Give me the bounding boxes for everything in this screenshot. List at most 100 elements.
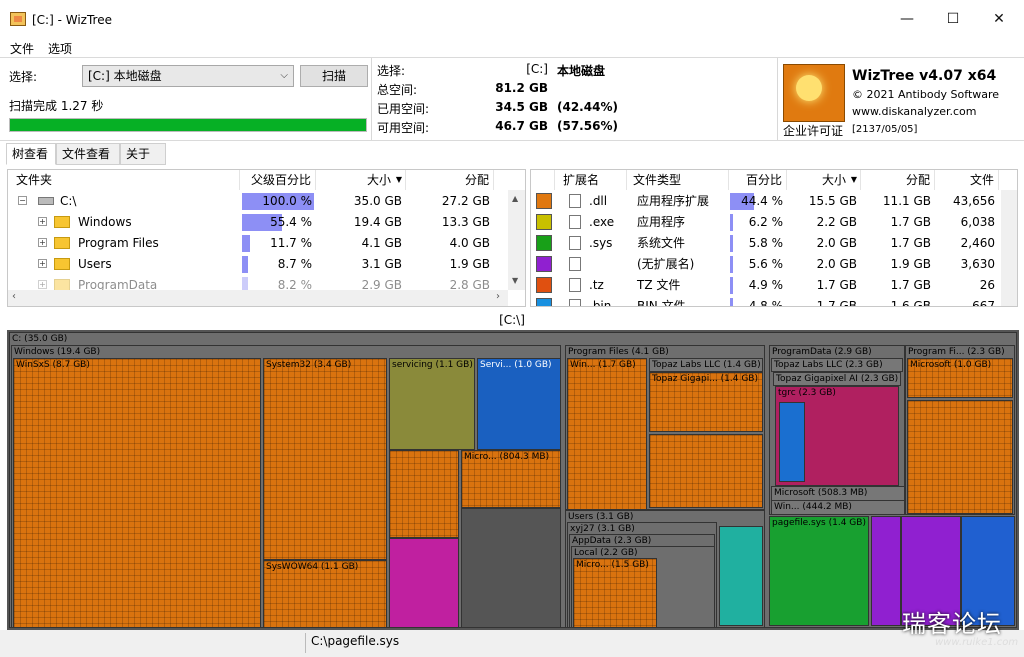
- column-header-file-type[interactable]: 文件类型: [627, 170, 729, 190]
- tree-vertical-scrollbar[interactable]: [508, 190, 525, 290]
- treemap-block[interactable]: [461, 508, 561, 628]
- treemap[interactable]: C: (35.0 GB) Windows (19.4 GB) WinSxS (8.7…: [7, 330, 1019, 630]
- treemap-block-servicing[interactable]: servicing (1.1 GB): [389, 358, 475, 450]
- tree-row-percent: 55.4 %: [270, 215, 312, 229]
- treemap-label: C: (35.0 GB): [12, 334, 68, 344]
- column-header-ext-allocated[interactable]: 分配: [861, 170, 935, 190]
- ext-row-allocated: 1.6 GB: [890, 299, 931, 307]
- ext-row-extension[interactable]: .sys: [589, 233, 612, 253]
- folder-icon: [54, 258, 70, 270]
- treemap-block[interactable]: [719, 526, 763, 626]
- ext-row-extension[interactable]: .dll: [589, 191, 607, 211]
- tree-row-name[interactable]: C:\: [60, 191, 76, 211]
- file-type-icon: [569, 194, 581, 208]
- extension-color-swatch: [536, 298, 552, 306]
- treemap-block[interactable]: [389, 450, 459, 538]
- column-header-extension[interactable]: 扩展名: [555, 170, 627, 190]
- website-link[interactable]: www.diskanalyzer.com: [852, 105, 977, 118]
- drive-icon: [38, 197, 54, 205]
- treemap-block-topaz_gigapixel[interactable]: Topaz Gigapixel AI (2.3 GB): [773, 372, 901, 386]
- tree-row-name[interactable]: Program Files: [78, 233, 159, 253]
- treemap-block[interactable]: [779, 402, 805, 482]
- scan-button[interactable]: 扫描: [300, 65, 368, 87]
- treemap-label: Microsoft (1.0 GB): [910, 360, 992, 370]
- treemap-block-servi[interactable]: Servi... (1.0 GB): [477, 358, 561, 450]
- treemap-block-micro1[interactable]: Micro... (804.3 MB): [461, 450, 561, 508]
- ext-row-files: 26: [979, 278, 995, 292]
- tree-row-name[interactable]: Users: [78, 254, 112, 274]
- treemap-block-syswow64[interactable]: SysWOW64 (1.1 GB): [263, 560, 387, 628]
- watermark-url: www.ruike1.com: [935, 637, 1019, 648]
- column-header-size[interactable]: 大小 ▼: [316, 170, 406, 190]
- column-header-folder[interactable]: 文件夹: [8, 170, 240, 190]
- tab-file-view[interactable]: 文件查看: [56, 143, 120, 165]
- treemap-block-topaz2[interactable]: Topaz Labs LLC (2.3 GB): [771, 358, 903, 372]
- ext-row-size: 1.7 GB: [816, 278, 857, 292]
- scroll-down-icon[interactable]: ▼: [512, 276, 518, 285]
- menu-options[interactable]: 选项: [48, 40, 72, 57]
- ext-row-allocated: 1.7 GB: [890, 278, 931, 292]
- ext-row-percent: 6.2 %: [748, 215, 783, 229]
- tree-row-name[interactable]: Windows: [78, 212, 132, 232]
- treemap-label: Micro... (1.5 GB): [576, 560, 649, 570]
- column-header-files[interactable]: 文件: [935, 170, 999, 190]
- minimize-button[interactable]: —: [884, 4, 930, 34]
- ext-row-extension[interactable]: .exe: [589, 212, 614, 232]
- used-space-value: 34.5 GB: [495, 100, 548, 114]
- column-header-ext-size[interactable]: 大小 ▼: [787, 170, 861, 190]
- ext-row-type: TZ 文件: [637, 278, 681, 292]
- file-type-icon: [569, 236, 581, 250]
- treemap-block[interactable]: [649, 434, 763, 508]
- tab-about[interactable]: 关于: [120, 143, 166, 165]
- expand-toggle-icon[interactable]: +: [38, 217, 47, 226]
- treemap-block-micro2[interactable]: Micro... (1.5 GB): [573, 558, 657, 628]
- tree-row-allocated: 1.9 GB: [449, 257, 490, 271]
- ext-row-extension[interactable]: .tz: [589, 275, 604, 295]
- treemap-block-system32[interactable]: System32 (3.4 GB): [263, 358, 387, 560]
- treemap-block[interactable]: [871, 516, 901, 626]
- treemap-block-microsoft2[interactable]: Microsoft (1.0 GB): [907, 358, 1013, 398]
- column-header-percent[interactable]: 百分比: [729, 170, 787, 190]
- tree-row-allocated: 4.0 GB: [449, 236, 490, 250]
- divider: [777, 58, 778, 140]
- treemap-label: Win... (1.7 GB): [570, 360, 636, 370]
- treemap-path: [C:\]: [499, 313, 525, 327]
- scroll-left-icon[interactable]: ‹: [12, 291, 16, 302]
- treemap-block-pagefile[interactable]: pagefile.sys (1.4 GB): [769, 516, 869, 626]
- treemap-block-topaz1[interactable]: Topaz Labs LLC (1.4 GB): [649, 358, 763, 372]
- scan-progress-bar: [9, 118, 367, 132]
- column-header-size-label: 大小: [366, 173, 391, 187]
- column-header-parent-percent[interactable]: 父级百分比: [240, 170, 316, 190]
- treemap-label: pagefile.sys (1.4 GB): [772, 518, 866, 528]
- expand-toggle-icon[interactable]: +: [38, 238, 47, 247]
- expand-toggle-icon[interactable]: +: [38, 280, 47, 289]
- treemap-label: Topaz Gigapixel AI (2.3 GB): [776, 374, 899, 384]
- expand-toggle-icon[interactable]: −: [18, 196, 27, 205]
- tree-horizontal-scrollbar[interactable]: [8, 290, 508, 306]
- treemap-block-win2[interactable]: Win... (444.2 MB): [771, 500, 905, 515]
- ext-vertical-scrollbar[interactable]: [1001, 190, 1017, 306]
- tab-tree-view[interactable]: 树查看: [6, 143, 56, 165]
- treemap-block-win[interactable]: Win... (1.7 GB): [567, 358, 647, 510]
- close-button[interactable]: ✕: [976, 4, 1022, 34]
- folder-tree-panel: 文件夹 父级百分比 大小 ▼ 分配 − C:\ 100.0 % 35.0 GB 27.2 …: [7, 169, 526, 307]
- window-title: [C:] - WizTree: [32, 13, 112, 27]
- ext-row-extension[interactable]: .bin: [589, 296, 611, 306]
- treemap-block-winsxs[interactable]: WinSxS (8.7 GB): [13, 358, 261, 628]
- treemap-block[interactable]: [907, 400, 1013, 514]
- ext-row-type: BIN 文件: [637, 299, 686, 307]
- column-header-allocated[interactable]: 分配: [406, 170, 494, 190]
- drive-select[interactable]: [C:] 本地磁盘 ⌵: [82, 65, 294, 87]
- maximize-button[interactable]: ☐: [930, 4, 976, 34]
- treemap-label: Program Files (4.1 GB): [568, 347, 669, 357]
- treemap-block[interactable]: [389, 538, 459, 628]
- treemap-block-topaz_gigapi[interactable]: Topaz Gigapi... (1.4 GB): [649, 372, 763, 432]
- folder-icon: [54, 216, 70, 228]
- watermark-text: 瑞客论坛: [902, 610, 1002, 638]
- menu-file[interactable]: 文件: [10, 40, 34, 57]
- scroll-up-icon[interactable]: ▲: [512, 194, 518, 203]
- scroll-right-icon[interactable]: ›: [496, 291, 500, 302]
- treemap-label: SysWOW64 (1.1 GB): [266, 562, 359, 572]
- expand-toggle-icon[interactable]: +: [38, 259, 47, 268]
- divider: [371, 58, 372, 140]
